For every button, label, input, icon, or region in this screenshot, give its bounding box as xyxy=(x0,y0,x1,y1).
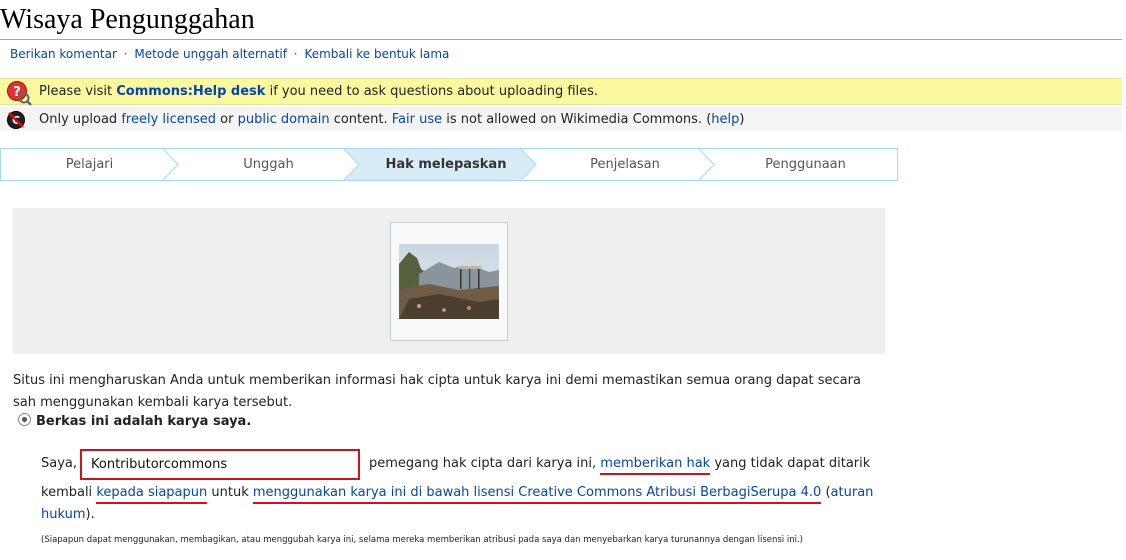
fair-use-link[interactable]: Fair use xyxy=(392,112,442,127)
legal-code-link-part2[interactable]: hukum xyxy=(41,507,86,522)
help-notice-prefix: Please visit xyxy=(39,84,113,99)
license-line2-text: kembali xyxy=(41,485,93,500)
anyone-link[interactable]: kepada siapapun xyxy=(96,485,208,504)
subnav-separator: · xyxy=(293,47,298,61)
step-release-rights: Hak melepaskan xyxy=(385,157,507,172)
license-line3-end: ). xyxy=(85,507,95,522)
public-domain-link[interactable]: public domain xyxy=(238,112,330,127)
feedback-link[interactable]: Berikan komentar xyxy=(10,47,117,61)
old-form-link[interactable]: Kembali ke bentuk lama xyxy=(304,47,449,61)
license-line-3: hukum). xyxy=(41,507,95,522)
freely-licensed-link[interactable]: freely licensed xyxy=(121,112,216,127)
step-describe: Penjelasan xyxy=(590,157,660,172)
help-desk-link[interactable]: Commons:Help desk xyxy=(116,84,265,99)
page-title: Wisaya Pengunggahan xyxy=(0,3,1122,40)
author-name-input[interactable] xyxy=(80,449,360,480)
own-work-label: Berkas ini adalah karya saya. xyxy=(36,414,252,429)
sub-navigation: Berikan komentar · Metode unggah alterna… xyxy=(10,47,449,61)
help-search-icon: ? xyxy=(7,81,32,106)
release-intro-text: Situs ini mengharuskan Anda untuk member… xyxy=(13,373,861,410)
license-summary-note: (Siapapun dapat menggunakan, membagikan,… xyxy=(41,535,804,545)
uploaded-image-thumbnail xyxy=(399,244,499,319)
own-work-radio[interactable] xyxy=(18,413,31,426)
license-notice: C Only upload freely licensed or public … xyxy=(0,107,1122,131)
saya-label: Saya, xyxy=(41,456,78,471)
license-line-1: pemegang hak cipta dari karya ini, membe… xyxy=(369,456,871,475)
help-desk-notice: ? Please visit Commons:Help desk if you … xyxy=(0,78,1122,106)
help-link[interactable]: help xyxy=(711,112,739,127)
license-line1-text: pemegang hak cipta dari karya ini, xyxy=(369,456,597,471)
license-line1-text-b: yang tidak dapat ditarik xyxy=(714,456,871,471)
upload-steps: Pelajari Unggah Hak melepaskan Penjelasa… xyxy=(0,148,898,181)
grant-rights-link[interactable]: memberikan hak xyxy=(600,456,711,475)
upload-notice-or: or xyxy=(220,112,234,127)
no-copyright-icon: C xyxy=(7,111,25,129)
legal-code-link-part1[interactable]: aturan xyxy=(831,485,874,500)
license-line2-text-b: untuk xyxy=(211,485,249,500)
upload-notice-mid: content. xyxy=(333,112,388,127)
subnav-separator: · xyxy=(123,47,128,61)
own-work-option[interactable]: Berkas ini adalah karya saya. xyxy=(18,413,251,429)
cc-by-sa-license-link[interactable]: menggunakan karya ini di bawah lisensi C… xyxy=(252,485,822,504)
license-line-2: kembali kepada siapapun untuk menggunaka… xyxy=(41,485,874,504)
step-upload: Unggah xyxy=(243,157,294,172)
help-notice-suffix: if you need to ask questions about uploa… xyxy=(269,84,599,99)
upload-notice-suffix: is not allowed on Wikimedia Commons. ( xyxy=(446,112,712,127)
alternative-upload-link[interactable]: Metode unggah alternatif xyxy=(134,47,287,61)
upload-notice-close: ) xyxy=(739,112,745,127)
step-learn: Pelajari xyxy=(65,157,114,172)
upload-notice-prefix: Only upload xyxy=(39,112,118,127)
step-use: Penggunaan xyxy=(765,157,846,172)
